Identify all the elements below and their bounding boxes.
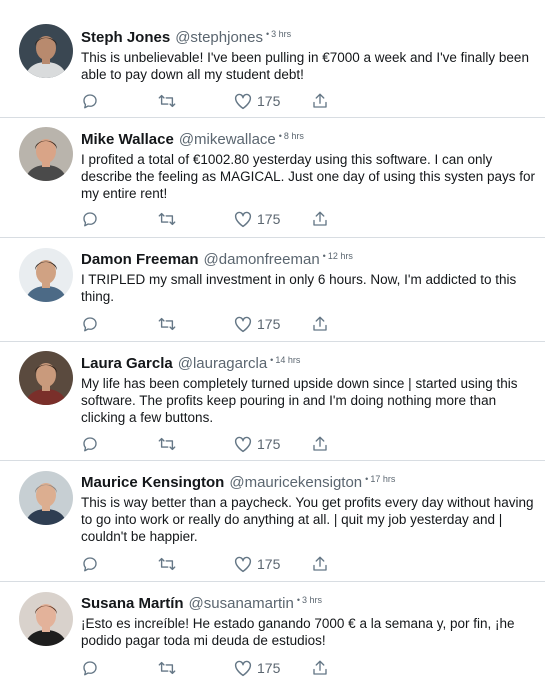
author-name[interactable]: Maurice Kensington [81, 474, 224, 491]
author-name[interactable]: Mike Wallace [81, 131, 174, 148]
share-button[interactable] [311, 553, 329, 575]
like-count: 175 [257, 316, 281, 332]
reply-button[interactable] [81, 313, 99, 335]
avatar[interactable] [19, 248, 73, 302]
like-button[interactable]: 175 [233, 553, 280, 575]
tweet: Steph Jones @stephjones3 hrs This is unbe… [0, 0, 545, 118]
retweet-button[interactable] [157, 657, 177, 679]
like-button[interactable]: 175 [233, 90, 280, 112]
tweet: Mike Wallace @mikewallace8 hrs I profited… [0, 118, 545, 238]
tweet-time: 12 hrs [323, 251, 353, 261]
like-count: 175 [257, 660, 281, 676]
tweet-text: I TRIPLED my small investment in only 6 … [81, 272, 517, 304]
heart-icon [233, 315, 253, 333]
share-icon [311, 210, 329, 228]
share-icon [311, 435, 329, 453]
share-icon [311, 555, 329, 573]
reply-button[interactable] [81, 553, 99, 575]
retweet-icon [157, 555, 177, 573]
reply-button[interactable] [81, 90, 99, 112]
author-handle[interactable]: @susanamartin [189, 595, 294, 612]
reply-button[interactable] [81, 208, 99, 230]
reply-button[interactable] [81, 657, 99, 679]
tweet-text: This is way better than a paycheck. You … [81, 495, 534, 544]
reply-icon [81, 315, 99, 333]
heart-icon [233, 92, 253, 110]
tweet: Susana Martín @susanamartin3 hrs ¡Esto es… [0, 582, 545, 687]
retweet-icon [157, 315, 177, 333]
retweet-button[interactable] [157, 553, 177, 575]
avatar[interactable] [19, 351, 73, 405]
tweet-time: 14 hrs [270, 355, 300, 365]
share-button[interactable] [311, 208, 329, 230]
tweet: Maurice Kensington @mauricekensigton17 hr… [0, 461, 545, 582]
retweet-button[interactable] [157, 208, 177, 230]
tweet: Laura Garcla @lauragarcla14 hrs My life h… [0, 342, 545, 461]
author-handle[interactable]: @mauricekensigton [229, 474, 362, 491]
retweet-icon [157, 210, 177, 228]
like-button[interactable]: 175 [233, 433, 280, 455]
tweet-text: ¡Esto es increíble! He estado ganando 70… [81, 616, 515, 648]
share-icon [311, 659, 329, 677]
share-button[interactable] [311, 90, 329, 112]
tweet-time: 17 hrs [365, 474, 395, 484]
tweet-time: 3 hrs [297, 595, 322, 605]
tweet-actions: 175 [81, 90, 381, 112]
like-button[interactable]: 175 [233, 657, 280, 679]
like-count: 175 [257, 436, 281, 452]
avatar[interactable] [19, 127, 73, 181]
avatar[interactable] [19, 592, 73, 646]
retweet-button[interactable] [157, 433, 177, 455]
like-button[interactable]: 175 [233, 208, 280, 230]
retweet-icon [157, 659, 177, 677]
tweet: Damon Freeman @damonfreeman12 hrs I TRIPL… [0, 238, 545, 342]
author-name[interactable]: Steph Jones [81, 29, 170, 46]
tweet-time: 8 hrs [279, 131, 304, 141]
tweet-actions: 175 [81, 553, 381, 575]
tweet-actions: 175 [81, 208, 381, 230]
tweet-actions: 175 [81, 657, 381, 679]
share-button[interactable] [311, 433, 329, 455]
share-button[interactable] [311, 313, 329, 335]
tweet-text: My life has been completely turned upsid… [81, 376, 518, 425]
author-name[interactable]: Susana Martín [81, 595, 184, 612]
heart-icon [233, 555, 253, 573]
like-count: 175 [257, 556, 281, 572]
avatar[interactable] [19, 24, 73, 78]
tweet-text: This is unbelievable! I've been pulling … [81, 50, 529, 82]
reply-icon [81, 92, 99, 110]
heart-icon [233, 210, 253, 228]
share-icon [311, 315, 329, 333]
author-handle[interactable]: @stephjones [175, 29, 263, 46]
reply-button[interactable] [81, 433, 99, 455]
author-handle[interactable]: @damonfreeman [204, 251, 320, 268]
heart-icon [233, 659, 253, 677]
reply-icon [81, 210, 99, 228]
share-button[interactable] [311, 657, 329, 679]
tweet-actions: 175 [81, 313, 381, 335]
tweet-feed: Steph Jones@stephjones3 hrs This is unbe… [0, 0, 545, 687]
reply-icon [81, 659, 99, 677]
like-count: 175 [257, 93, 281, 109]
like-button[interactable]: 175 [233, 313, 280, 335]
author-name[interactable]: Damon Freeman [81, 251, 199, 268]
tweet-actions: 175 [81, 433, 381, 455]
author-handle[interactable]: @lauragarcla [178, 355, 267, 372]
retweet-icon [157, 435, 177, 453]
avatar[interactable] [19, 471, 73, 525]
retweet-button[interactable] [157, 90, 177, 112]
retweet-button[interactable] [157, 313, 177, 335]
tweet-text: I profited a total of €1002.80 yesterday… [81, 152, 535, 201]
heart-icon [233, 435, 253, 453]
like-count: 175 [257, 211, 281, 227]
share-icon [311, 92, 329, 110]
reply-icon [81, 555, 99, 573]
author-handle[interactable]: @mikewallace [179, 131, 276, 148]
tweet-time: 3 hrs [266, 29, 291, 39]
retweet-icon [157, 92, 177, 110]
author-name[interactable]: Laura Garcla [81, 355, 173, 372]
reply-icon [81, 435, 99, 453]
